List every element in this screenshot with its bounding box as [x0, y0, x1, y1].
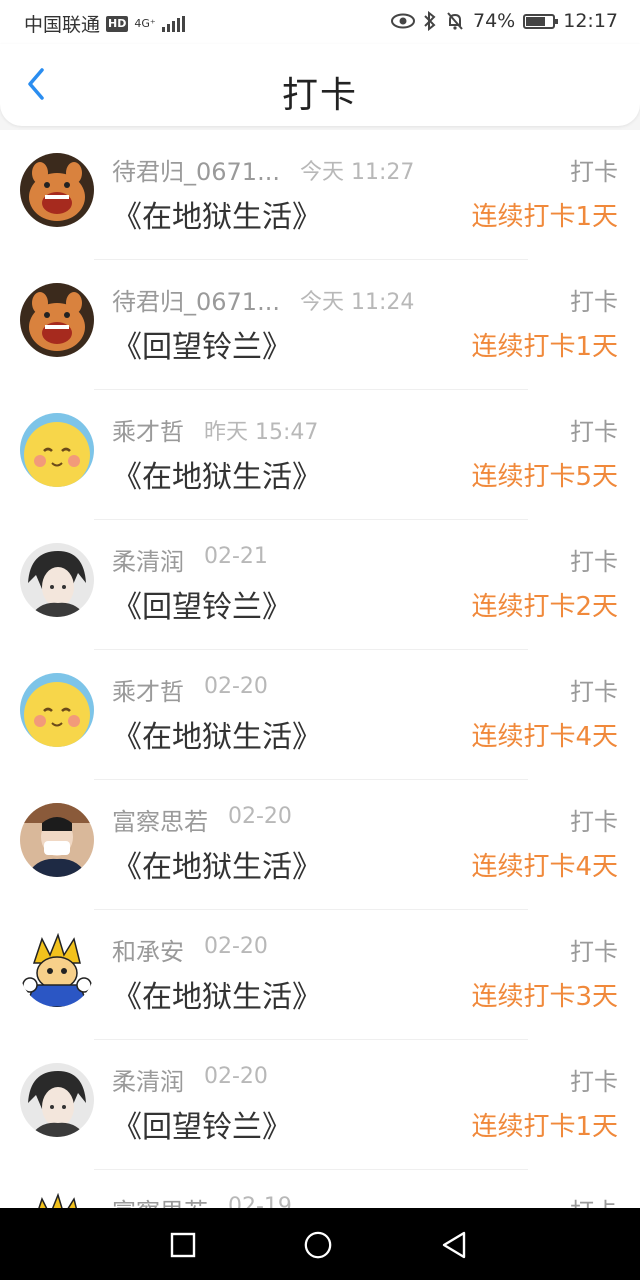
avatar[interactable]	[20, 673, 94, 747]
bluetooth-icon	[424, 11, 436, 31]
user-name[interactable]: 柔清润	[112, 1062, 184, 1097]
avatar[interactable]	[20, 803, 94, 877]
network-type-label: 4G⁺	[134, 17, 156, 30]
user-name[interactable]: 待君归_0671...	[112, 152, 280, 187]
user-name[interactable]: 和承安	[112, 932, 184, 967]
checkin-time: 02-20	[228, 804, 292, 829]
avatar[interactable]	[20, 933, 94, 1007]
status-bar: 中国联通 HD 4G⁺ 74% 12:17	[0, 0, 640, 44]
header-bar: 打卡	[0, 44, 640, 126]
checkin-tag: 打卡	[570, 288, 618, 316]
checkin-tag: 打卡	[570, 1068, 618, 1096]
user-name[interactable]: 富察思若	[112, 1192, 208, 1208]
system-navigation-bar	[0, 1208, 640, 1280]
battery-icon	[523, 13, 559, 29]
streak-label: 连续打卡1天	[471, 332, 618, 362]
checkin-tag: 打卡	[570, 678, 618, 706]
user-name[interactable]: 待君归_0671...	[112, 282, 280, 317]
checkin-time: 02-20	[204, 1064, 268, 1089]
checkin-time: 今天 11:24	[300, 290, 415, 315]
user-name[interactable]: 乘才哲	[112, 672, 184, 707]
book-title[interactable]: 《回望铃兰》	[112, 322, 292, 366]
book-title[interactable]: 《在地狱生活》	[112, 842, 322, 886]
checkin-row[interactable]: 柔清润 02-21 打卡《回望铃兰》 连续打卡2天	[0, 520, 640, 650]
checkin-time: 02-19	[228, 1194, 292, 1208]
streak-label: 连续打卡4天	[471, 852, 618, 882]
book-title[interactable]: 《回望铃兰》	[112, 1102, 292, 1146]
checkin-tag: 打卡	[570, 158, 618, 186]
streak-label: 连续打卡5天	[471, 462, 618, 492]
page-title: 打卡	[281, 75, 358, 116]
circle-icon	[304, 1231, 332, 1259]
checkin-row[interactable]: 富察思若 02-20 打卡《在地狱生活》 连续打卡4天	[0, 780, 640, 910]
book-title[interactable]: 《在地狱生活》	[112, 712, 322, 756]
checkin-tag: 打卡	[570, 938, 618, 966]
hd-icon: HD	[106, 15, 129, 32]
battery-percent: 74%	[473, 10, 516, 32]
avatar[interactable]	[20, 413, 94, 487]
avatar[interactable]	[20, 543, 94, 617]
checkin-row[interactable]: 乘才哲 昨天 15:47 打卡《在地狱生活》 连续打卡5天	[0, 390, 640, 520]
book-title[interactable]: 《在地狱生活》	[112, 192, 322, 236]
checkin-tag: 打卡	[570, 1192, 618, 1208]
home-button[interactable]	[303, 1230, 333, 1260]
checkin-row[interactable]: 待君归_0671... 今天 11:27 打卡《在地狱生活》 连续打卡1天	[0, 130, 640, 260]
status-right: 74% 12:17	[391, 10, 618, 32]
mute-bell-icon	[447, 12, 463, 30]
system-back-button[interactable]	[440, 1230, 470, 1260]
streak-label: 连续打卡1天	[471, 202, 618, 232]
user-name[interactable]: 柔清润	[112, 542, 184, 577]
checkin-list: 待君归_0671... 今天 11:27 打卡 《在地狱生活》 连续打卡1天 待君归_06…	[0, 130, 640, 1208]
checkin-time: 02-20	[204, 674, 268, 699]
recent-apps-button[interactable]	[168, 1230, 198, 1260]
checkin-time: 昨天 15:47	[204, 420, 319, 445]
avatar[interactable]	[20, 1193, 94, 1208]
checkin-row[interactable]: 乘才哲 02-20 打卡《在地狱生活》 连续打卡4天	[0, 650, 640, 780]
book-title[interactable]: 《在地狱生活》	[112, 972, 322, 1016]
book-title[interactable]: 《回望铃兰》	[112, 582, 292, 626]
checkin-tag: 打卡	[570, 418, 618, 446]
avatar[interactable]	[20, 1063, 94, 1137]
streak-label: 连续打卡2天	[471, 592, 618, 622]
signal-icon	[161, 15, 185, 32]
streak-label: 连续打卡4天	[471, 722, 618, 752]
streak-label: 连续打卡3天	[471, 982, 618, 1012]
checkin-row[interactable]: 柔清润 02-20 打卡《回望铃兰》 连续打卡1天	[0, 1040, 640, 1170]
clock: 12:17	[563, 10, 618, 32]
checkin-time: 02-21	[204, 544, 268, 569]
eye-icon	[391, 13, 415, 29]
square-icon	[170, 1232, 196, 1258]
checkin-tag: 打卡	[570, 548, 618, 576]
checkin-tag: 打卡	[570, 808, 618, 836]
streak-label: 连续打卡1天	[471, 1112, 618, 1142]
user-name[interactable]: 乘才哲	[112, 412, 184, 447]
triangle-back-icon	[442, 1231, 466, 1259]
checkin-row[interactable]: 和承安 02-20 打卡《在地狱生活》 连续打卡3天	[0, 910, 640, 1040]
avatar[interactable]	[20, 153, 94, 227]
book-title[interactable]: 《在地狱生活》	[112, 452, 322, 496]
checkin-time: 今天 11:27	[300, 160, 415, 185]
checkin-row[interactable]: 待君归_0671... 今天 11:24 打卡《回望铃兰》 连续打卡1天	[0, 260, 640, 390]
checkin-time: 02-20	[204, 934, 268, 959]
status-left: 中国联通 HD 4G⁺	[24, 10, 185, 37]
user-name[interactable]: 富察思若	[112, 802, 208, 837]
avatar[interactable]	[20, 283, 94, 357]
carrier-label: 中国联通	[24, 14, 101, 36]
checkin-row[interactable]: 富察思若 02-19 打卡	[0, 1170, 640, 1208]
